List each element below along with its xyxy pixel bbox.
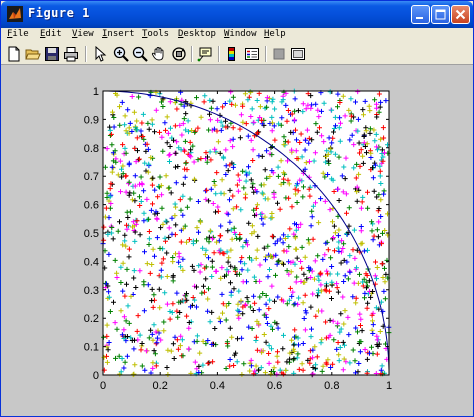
x-tick-label: 0 bbox=[100, 380, 106, 392]
y-tick-label: 0.1 bbox=[84, 342, 99, 354]
insert-colorbar-button[interactable] bbox=[224, 46, 240, 62]
menu-desktop[interactable]: Desktop bbox=[178, 29, 216, 39]
y-tick-label: 0.6 bbox=[84, 200, 99, 212]
open-file-button[interactable] bbox=[25, 46, 41, 62]
show-plot-tools-icon bbox=[291, 48, 305, 60]
zoom-out-icon bbox=[132, 46, 148, 62]
rotate-3d-icon bbox=[172, 47, 186, 61]
menu-tools[interactable]: Tools bbox=[142, 29, 169, 39]
zoom-in-icon bbox=[113, 46, 129, 62]
menu-bar: File Edit View Insert Tools Desktop Wind… bbox=[1, 28, 473, 44]
hide-plot-tools-icon bbox=[273, 48, 285, 60]
maximize-button[interactable] bbox=[431, 5, 450, 24]
y-tick-label: 0.7 bbox=[84, 171, 99, 183]
menu-edit[interactable]: Edit bbox=[40, 29, 62, 39]
x-tick-label: 1 bbox=[386, 380, 392, 392]
menu-window[interactable]: Window bbox=[224, 29, 257, 39]
zoom-out-button[interactable] bbox=[132, 46, 148, 62]
new-figure-icon bbox=[8, 46, 20, 62]
close-icon bbox=[455, 9, 466, 20]
y-tick-label: 1 bbox=[93, 86, 99, 98]
insert-legend-icon bbox=[245, 48, 259, 60]
edit-plot-arrow-icon bbox=[95, 46, 107, 62]
menu-help[interactable]: Help bbox=[264, 29, 286, 39]
x-tick-label: 0.4 bbox=[210, 380, 225, 392]
y-tick-label: 0 bbox=[93, 370, 99, 382]
minimize-icon bbox=[416, 17, 423, 19]
x-tick-label: 0.6 bbox=[267, 380, 282, 392]
insert-legend-button[interactable] bbox=[244, 46, 260, 62]
close-button[interactable] bbox=[451, 5, 470, 24]
show-plot-tools-button[interactable] bbox=[290, 46, 306, 62]
y-tick-label: 0.3 bbox=[84, 285, 99, 297]
open-file-icon bbox=[25, 49, 41, 60]
y-tick-label: 0.9 bbox=[84, 114, 99, 126]
save-figure-icon bbox=[45, 47, 59, 61]
y-tick-label: 0.5 bbox=[84, 228, 99, 240]
title-bar[interactable]: Figure 1 bbox=[1, 1, 473, 28]
rotate-3d-button[interactable] bbox=[171, 46, 187, 62]
x-tick-label: 0.8 bbox=[324, 380, 339, 392]
y-tick-label: 0.4 bbox=[84, 256, 99, 268]
menu-file[interactable]: File bbox=[7, 29, 29, 39]
maximize-icon bbox=[435, 9, 446, 20]
hide-plot-tools-button[interactable] bbox=[271, 46, 287, 62]
plot-svg[interactable]: 0 0.2 0.4 0.6 0.8 1 0 0.1 0.2 0.3 0.4 0.5 0.6 0.7 0.8… bbox=[1, 65, 473, 416]
y-tick-label: 0.2 bbox=[84, 313, 99, 325]
data-cursor-button[interactable] bbox=[197, 46, 213, 62]
y-tick-label: 0.8 bbox=[84, 143, 99, 155]
figure-toolbar bbox=[1, 44, 473, 65]
minimize-button[interactable] bbox=[411, 5, 430, 24]
toolbar-separator bbox=[191, 46, 193, 62]
matlab-icon bbox=[7, 6, 23, 22]
toolbar-separator bbox=[265, 46, 267, 62]
pan-hand-icon bbox=[151, 47, 164, 61]
figure-window: Figure 1 File Edit View Insert Tools Des… bbox=[0, 0, 474, 417]
menu-view[interactable]: View bbox=[72, 29, 94, 39]
menu-insert[interactable]: Insert bbox=[102, 29, 135, 39]
figure-canvas: 0 0.2 0.4 0.6 0.8 1 0 0.1 0.2 0.3 0.4 0.5 0.6 0.7 0.8… bbox=[1, 65, 473, 416]
x-tick-label: 0.2 bbox=[153, 380, 168, 392]
zoom-in-button[interactable] bbox=[113, 46, 129, 62]
print-figure-button[interactable] bbox=[63, 46, 79, 62]
data-cursor-icon bbox=[197, 47, 212, 62]
pan-button[interactable] bbox=[151, 46, 167, 62]
print-figure-icon bbox=[64, 47, 78, 62]
toolbar-separator bbox=[85, 46, 87, 62]
insert-colorbar-icon bbox=[228, 47, 235, 61]
new-figure-button[interactable] bbox=[6, 46, 22, 62]
window-title: Figure 1 bbox=[28, 6, 90, 20]
edit-plot-button[interactable] bbox=[91, 46, 107, 62]
toolbar-separator bbox=[218, 46, 220, 62]
save-figure-button[interactable] bbox=[44, 46, 60, 62]
